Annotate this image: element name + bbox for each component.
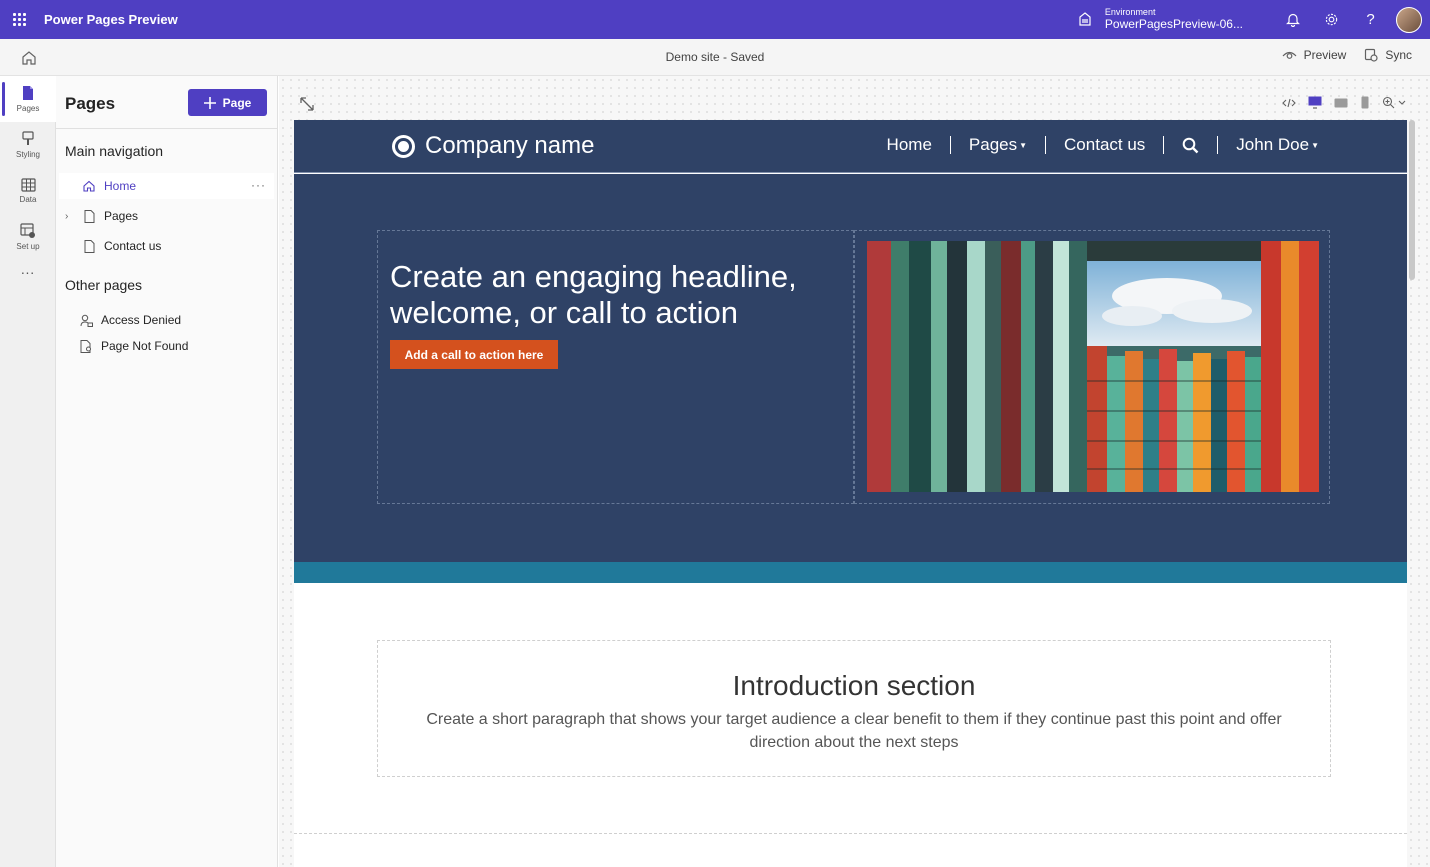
building-photo bbox=[867, 241, 1319, 492]
nav-item-contact-us[interactable]: Contact us bbox=[59, 233, 274, 259]
site-nav-contact[interactable]: Contact us bbox=[1064, 135, 1145, 155]
gear-icon bbox=[1325, 13, 1338, 26]
site-save-status: Demo site - Saved bbox=[665, 50, 765, 64]
mobile-view-icon[interactable] bbox=[1360, 96, 1370, 109]
notifications-button[interactable] bbox=[1273, 0, 1312, 39]
document-icon bbox=[84, 209, 94, 223]
intro-title[interactable]: Introduction section bbox=[378, 670, 1330, 702]
nav-item-page-not-found[interactable]: Page Not Found bbox=[76, 333, 274, 359]
design-canvas: Company name Home Pages ▼ Contact us John… bbox=[279, 76, 1430, 867]
view-toolbar bbox=[1282, 96, 1406, 109]
settings-table-icon bbox=[20, 223, 35, 238]
site-nav-pages-label: Pages bbox=[968, 135, 1018, 154]
hero-text-column[interactable]: Create an engaging headline, welcome, or… bbox=[377, 230, 854, 504]
code-icon[interactable] bbox=[1282, 97, 1296, 109]
desktop-view-icon[interactable] bbox=[1308, 96, 1322, 109]
nav-item-label: Home bbox=[104, 179, 137, 193]
environment-icon bbox=[1079, 12, 1091, 27]
site-nav-user[interactable]: John Doe ▼ bbox=[1236, 135, 1319, 155]
nav-item-label: Page Not Found bbox=[101, 339, 189, 353]
logo-icon bbox=[392, 134, 415, 158]
rail-label-data: Data bbox=[19, 195, 37, 204]
app-header: Power Pages Preview Environment PowerPag… bbox=[0, 0, 1430, 39]
waffle-icon bbox=[12, 13, 26, 26]
chevron-right-icon[interactable]: › bbox=[65, 211, 79, 222]
hero-image[interactable] bbox=[867, 241, 1319, 492]
nav-item-access-denied[interactable]: Access Denied bbox=[76, 307, 274, 333]
app-launcher-button[interactable] bbox=[0, 0, 38, 39]
hero-headline[interactable]: Create an engaging headline, welcome, or… bbox=[390, 259, 840, 331]
rail-label-pages: Pages bbox=[16, 104, 40, 113]
main-navigation-heading: Main navigation bbox=[65, 143, 164, 159]
user-avatar[interactable] bbox=[1396, 6, 1422, 33]
environment-name: PowerPagesPreview-06... bbox=[1104, 16, 1243, 31]
app-title[interactable]: Power Pages Preview bbox=[44, 12, 178, 27]
panel-title: Pages bbox=[65, 94, 116, 113]
document-search-icon bbox=[80, 339, 91, 353]
expand-icon[interactable] bbox=[299, 96, 315, 112]
tablet-view-icon[interactable] bbox=[1334, 98, 1348, 108]
question-icon: ? bbox=[1366, 11, 1375, 28]
panel-divider bbox=[56, 128, 278, 129]
document-icon bbox=[84, 239, 94, 253]
settings-button[interactable] bbox=[1312, 0, 1351, 39]
company-name: Company name bbox=[425, 132, 595, 159]
page-icon bbox=[23, 86, 33, 100]
intro-text[interactable]: Create a short paragraph that shows your… bbox=[409, 708, 1299, 754]
accent-stripe bbox=[294, 562, 1407, 583]
section-divider bbox=[294, 833, 1407, 834]
rail-item-pages[interactable]: Pages bbox=[0, 76, 56, 122]
site-header: Company name Home Pages ▼ Contact us John… bbox=[294, 120, 1407, 173]
sync-icon bbox=[1365, 48, 1378, 62]
nav-item-label: Contact us bbox=[104, 239, 162, 253]
rail-item-data[interactable]: Data bbox=[0, 168, 56, 214]
caret-down-icon: ▼ bbox=[1019, 141, 1028, 151]
zoom-icon[interactable] bbox=[1382, 96, 1406, 109]
canvas-scrollbar[interactable] bbox=[1409, 120, 1415, 280]
eye-icon bbox=[1282, 51, 1297, 59]
other-pages-heading: Other pages bbox=[65, 277, 143, 293]
rail-label-setup: Set up bbox=[16, 242, 40, 251]
rail-item-styling[interactable]: Styling bbox=[0, 122, 56, 168]
user-name: John Doe bbox=[1236, 135, 1310, 154]
preview-button[interactable]: Preview bbox=[1282, 48, 1347, 62]
rail-label-styling: Styling bbox=[15, 150, 40, 159]
paint-brush-icon bbox=[22, 131, 34, 145]
environment-picker[interactable]: Environment PowerPagesPreview-06... bbox=[1077, 7, 1243, 31]
bell-icon bbox=[1285, 13, 1300, 27]
rail-item-setup[interactable]: Set up bbox=[0, 214, 56, 260]
site-preview: Company name Home Pages ▼ Contact us John… bbox=[294, 120, 1407, 867]
person-lock-icon bbox=[80, 314, 93, 327]
add-page-button[interactable]: Page bbox=[188, 89, 267, 116]
caret-down-icon: ▼ bbox=[1311, 141, 1319, 151]
table-icon bbox=[20, 178, 36, 192]
plus-icon bbox=[203, 96, 216, 109]
site-navigation: Home Pages ▼ Contact us John Doe ▼ bbox=[887, 135, 1319, 155]
introduction-section[interactable]: Introduction section Create a short para… bbox=[377, 640, 1331, 777]
command-bar: Demo site - Saved Preview Sync bbox=[0, 39, 1430, 76]
nav-item-pages[interactable]: › Pages bbox=[59, 203, 274, 229]
site-nav-home[interactable]: Home bbox=[887, 135, 932, 155]
workspace-rail: Pages Styling Data Set up ··· bbox=[0, 76, 56, 867]
add-page-label: Page bbox=[222, 95, 252, 110]
more-options-button[interactable]: ··· bbox=[251, 178, 266, 192]
hero-image-column[interactable] bbox=[854, 230, 1330, 504]
hero-section: Create an engaging headline, welcome, or… bbox=[294, 174, 1407, 562]
cta-button[interactable]: Add a call to action here bbox=[390, 340, 558, 369]
site-nav-pages[interactable]: Pages ▼ bbox=[969, 135, 1027, 155]
home-icon bbox=[83, 180, 95, 192]
nav-item-label: Access Denied bbox=[101, 313, 182, 327]
sync-button[interactable]: Sync bbox=[1364, 48, 1412, 62]
rail-more-button[interactable]: ··· bbox=[0, 264, 55, 280]
nav-item-home[interactable]: Home ··· bbox=[59, 173, 274, 199]
site-brand[interactable]: Company name bbox=[392, 132, 594, 160]
nav-item-label: Pages bbox=[104, 209, 139, 223]
pages-panel: Pages Page Main navigation Home ··· › Pa… bbox=[56, 76, 278, 867]
help-button[interactable]: ? bbox=[1351, 0, 1390, 39]
sync-label: Sync bbox=[1385, 48, 1412, 62]
search-icon[interactable] bbox=[1182, 137, 1199, 154]
preview-label: Preview bbox=[1303, 48, 1347, 62]
